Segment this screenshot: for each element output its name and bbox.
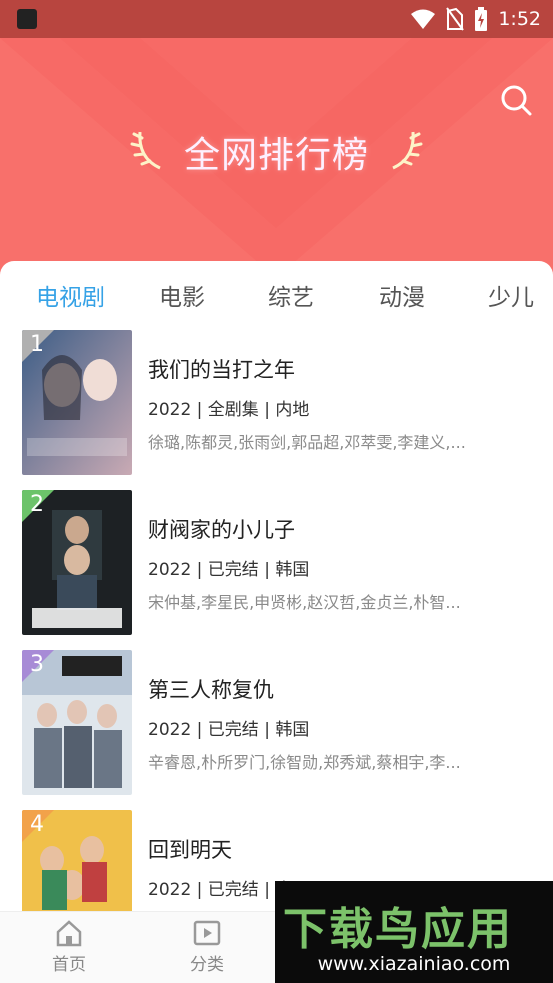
poster-image[interactable]: 1 <box>22 330 132 475</box>
ranking-item[interactable]: 3 第三人称复仇 2022 | 已完结 | 韩国 辛睿恩,朴所罗门,徐智勋,郑秀… <box>0 650 553 796</box>
category-tabs: 电视剧 电影 综艺 动漫 少儿 <box>0 261 553 329</box>
item-meta: 2022 | 已完结 | 韩国 <box>148 720 310 740</box>
nav-home[interactable]: 首页 <box>24 912 114 983</box>
rank-number: 1 <box>30 332 44 357</box>
tab-variety[interactable]: 综艺 <box>268 278 314 312</box>
poster-image[interactable]: 2 <box>22 490 132 635</box>
item-cast: 辛睿恩,朴所罗门,徐智勋,郑秀斌,蔡相宇,李... <box>148 753 461 772</box>
poster-image[interactable]: 4 <box>22 810 132 911</box>
tab-tv-series[interactable]: 电视剧 <box>36 278 105 312</box>
wifi-icon <box>411 9 436 29</box>
tab-anime[interactable]: 动漫 <box>379 278 425 312</box>
tab-movies[interactable]: 电影 <box>159 278 205 312</box>
battery-charging-icon <box>475 7 488 31</box>
status-icons: 1:52 <box>410 0 541 38</box>
site-watermark: 下载鸟应用 www.xiazainiao.com <box>275 881 553 983</box>
ranking-item[interactable]: 2 财阀家的小儿子 2022 | 已完结 | 韩国 宋仲基,李星民,申贤彬,赵汉… <box>0 490 553 636</box>
rank-number: 3 <box>30 652 44 677</box>
nav-category-label: 分类 <box>190 955 224 975</box>
page-title: 全网排行榜 <box>183 135 369 176</box>
ranking-header: 全网排行榜 <box>0 38 553 278</box>
item-title: 财阀家的小儿子 <box>148 518 295 542</box>
item-title: 第三人称复仇 <box>148 678 274 702</box>
rank-number: 2 <box>30 492 44 517</box>
item-title: 我们的当打之年 <box>148 358 295 382</box>
status-time: 1:52 <box>498 8 541 30</box>
app-icon <box>17 9 37 29</box>
item-cast: 宋仲基,李星民,申贤彬,赵汉哲,金贞兰,朴智... <box>148 593 461 612</box>
item-title: 回到明天 <box>148 838 232 862</box>
search-icon[interactable] <box>499 83 533 117</box>
no-sim-icon <box>446 7 465 31</box>
nav-home-label: 首页 <box>52 955 86 975</box>
ranking-content: 电视剧 电影 综艺 动漫 少儿 1 我们的当打之年 2022 | 全剧集 | 内… <box>0 261 553 911</box>
status-bar: 1:52 <box>0 0 553 38</box>
watermark-logo: 下载鸟应用 <box>283 904 513 955</box>
item-cast: 徐璐,陈都灵,张雨剑,郭品超,邓萃雯,李建义,... <box>148 433 466 452</box>
ranking-item[interactable]: 1 我们的当打之年 2022 | 全剧集 | 内地 徐璐,陈都灵,张雨剑,郭品超… <box>0 330 553 476</box>
item-meta: 2022 | 已完结 | 韩国 <box>148 560 310 580</box>
poster-image[interactable]: 3 <box>22 650 132 795</box>
nav-category[interactable]: 分类 <box>162 912 252 983</box>
watermark-url: www.xiazainiao.com <box>317 953 511 975</box>
category-icon <box>193 920 221 946</box>
tab-kids[interactable]: 少儿 <box>488 278 534 312</box>
item-meta: 2022 | 全剧集 | 内地 <box>148 400 310 420</box>
rank-number: 4 <box>30 812 44 837</box>
home-icon <box>56 920 82 947</box>
laurel-right-icon <box>392 131 423 170</box>
